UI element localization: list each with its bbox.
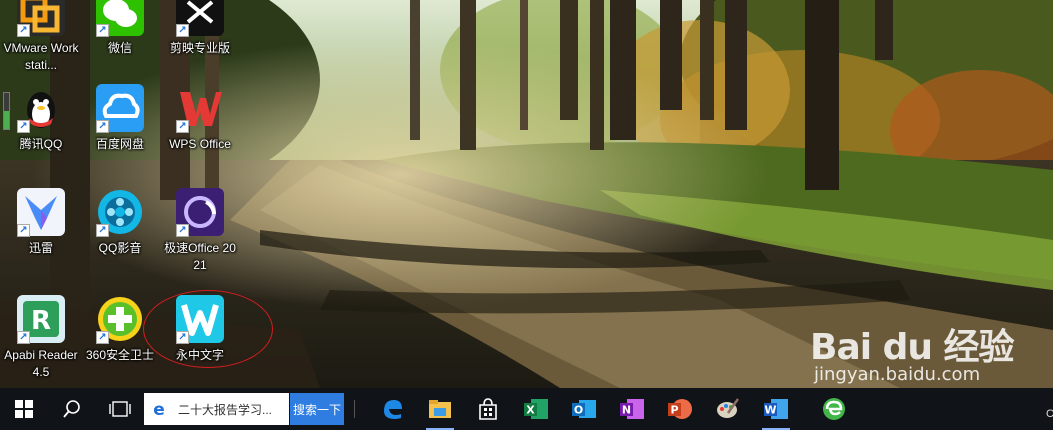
360-browser-icon: [823, 398, 845, 420]
taskbar-search-box[interactable]: e 二十大报告学习...: [144, 393, 289, 425]
shortcut-arrow-icon: ↗: [176, 224, 189, 237]
tray-corner-label: C: [1046, 408, 1053, 420]
taskbar-divider: [354, 400, 355, 418]
desktop-icon-wechat[interactable]: ↗ 微信: [81, 0, 159, 88]
icon-label: 360安全卫士: [85, 348, 155, 362]
taskbar: e 二十大报告学习... 搜索一下 X O N P W: [0, 388, 1053, 430]
desktop-icon-360[interactable]: ↗ 360安全卫士: [81, 295, 159, 395]
svg-text:W: W: [764, 404, 776, 417]
search-submit-button[interactable]: 搜索一下: [290, 393, 344, 425]
svg-text:N: N: [622, 404, 631, 417]
shortcut-arrow-icon: ↗: [17, 224, 30, 237]
store-icon: [479, 398, 497, 420]
edge-icon: [384, 400, 402, 419]
search-button[interactable]: [48, 388, 96, 430]
task-view-button[interactable]: [96, 388, 144, 430]
taskbar-app-360-browser[interactable]: [810, 388, 858, 430]
shortcut-arrow-icon: ↗: [96, 331, 109, 344]
taskbar-app-outlook[interactable]: O: [560, 388, 608, 430]
shortcut-arrow-icon: ↗: [176, 120, 189, 133]
svg-text:O: O: [574, 404, 583, 417]
desktop-icon-qq-player[interactable]: ↗ QQ影音: [81, 188, 159, 288]
paint-icon: [717, 398, 740, 418]
icon-label: 极速Office 2021: [164, 241, 236, 272]
desktop-icon-baidu-netdisk[interactable]: ↗ 百度网盘: [81, 84, 159, 184]
desktop-icon-wps[interactable]: ↗ WPS Office: [161, 84, 239, 184]
taskbar-app-paint[interactable]: [704, 388, 752, 430]
ie-icon: e: [153, 400, 165, 418]
shortcut-arrow-icon: ↗: [96, 24, 109, 37]
desktop-icon-jisu-office[interactable]: ↗ 极速Office 2021: [161, 188, 239, 288]
desktop-icon-apabi[interactable]: R ↗ Apabi Reader 4.5: [2, 295, 80, 395]
shortcut-arrow-icon: ↗: [17, 120, 30, 133]
desktop-icon-xunlei[interactable]: ↗ 迅雷: [2, 188, 80, 288]
taskbar-app-file-explorer[interactable]: [416, 388, 464, 430]
taskbar-app-word[interactable]: W: [752, 388, 800, 430]
taskbar-app-onenote[interactable]: N: [608, 388, 656, 430]
powerpoint-icon: P: [668, 399, 692, 419]
svg-text:X: X: [526, 404, 535, 417]
icon-label: 微信: [107, 41, 132, 55]
start-button[interactable]: [0, 388, 48, 430]
shortcut-arrow-icon: ↗: [17, 24, 30, 37]
icon-label: QQ影音: [98, 241, 142, 255]
taskbar-app-edge[interactable]: [368, 388, 416, 430]
search-text: 二十大报告学习...: [178, 402, 273, 417]
taskbar-app-store[interactable]: [464, 388, 512, 430]
watermark-brand: Bai du 经验: [810, 327, 1015, 368]
taskbar-app-powerpoint[interactable]: P: [656, 388, 704, 430]
shortcut-arrow-icon: ↗: [96, 120, 109, 133]
excel-icon: X: [524, 399, 548, 419]
svg-text:e: e: [153, 400, 165, 418]
annotation-highlight-ellipse: [143, 290, 273, 368]
icon-label: Apabi Reader 4.5: [4, 348, 78, 379]
desktop-icon-vmware[interactable]: ↗ VMware Workstati...: [2, 0, 80, 88]
svg-text:P: P: [670, 404, 678, 417]
shortcut-arrow-icon: ↗: [17, 331, 30, 344]
task-view-icon: [109, 401, 131, 417]
icon-label: 百度网盘: [95, 137, 144, 151]
icon-label: 腾讯QQ: [19, 137, 63, 151]
desktop-icon-jianying[interactable]: ↗ 剪映专业版: [161, 0, 239, 88]
icon-label: 迅雷: [28, 241, 53, 255]
svg-text:R: R: [31, 306, 51, 336]
shortcut-arrow-icon: ↗: [176, 24, 189, 37]
onenote-icon: N: [620, 399, 644, 419]
taskbar-app-excel[interactable]: X: [512, 388, 560, 430]
desktop-icon-qq[interactable]: ↗ 腾讯QQ: [2, 84, 80, 184]
watermark-url: jingyan.baidu.com: [814, 364, 981, 385]
icon-label: 剪映专业版: [169, 41, 230, 55]
shortcut-arrow-icon: ↗: [96, 224, 109, 237]
icon-label: VMware Workstati...: [3, 41, 79, 72]
baidu-jingyan-watermark: Bai du 经验 jingyan.baidu.com: [810, 318, 1040, 388]
outlook-icon: O: [572, 400, 596, 418]
file-explorer-icon: [429, 400, 451, 418]
word-icon: W: [764, 399, 788, 419]
windows-logo-icon: [15, 400, 33, 418]
icon-label: WPS Office: [169, 137, 231, 151]
search-icon: [63, 400, 80, 418]
